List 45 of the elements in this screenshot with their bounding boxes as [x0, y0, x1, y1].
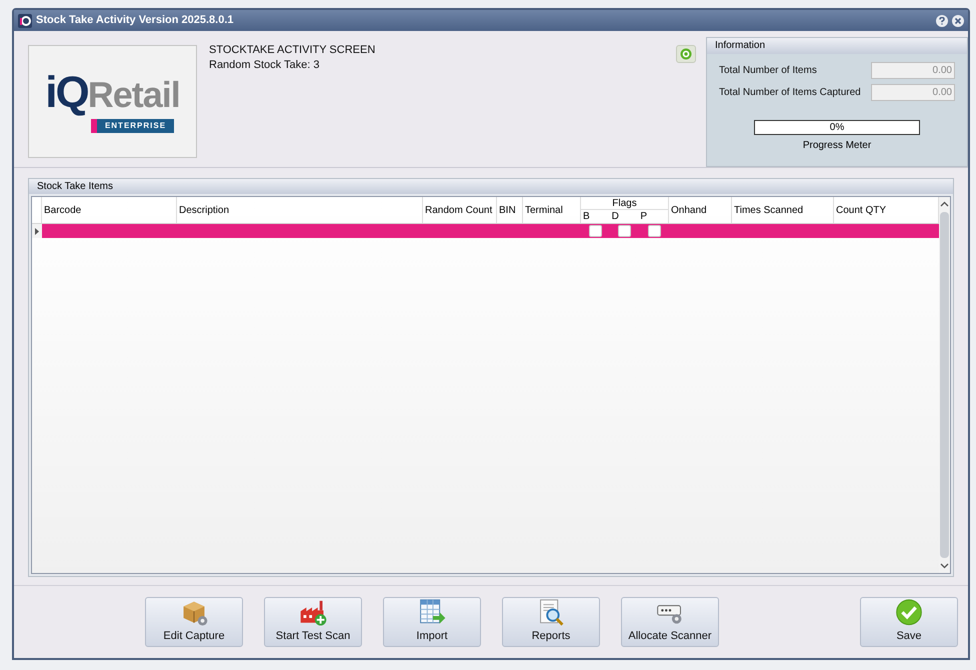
panel-title: Stock Take Items — [29, 179, 953, 194]
factory-plus-icon — [298, 598, 328, 626]
window-title: Stock Take Activity Version 2025.8.0.1 — [36, 13, 234, 28]
refresh-button[interactable] — [676, 45, 696, 63]
panel-title: Information — [707, 38, 967, 54]
row-pointer-icon — [35, 228, 39, 234]
column-header[interactable]: BIN — [497, 197, 523, 223]
check-icon — [894, 598, 924, 626]
screen-heading: STOCKTAKE ACTIVITY SCREEN — [209, 43, 376, 58]
logo-edition-text: ENTERPRISE — [90, 118, 174, 132]
app-icon — [18, 14, 32, 28]
logo-brand-text: iQ — [45, 70, 88, 114]
allocate-scanner-button[interactable]: Allocate Scanner — [621, 597, 719, 647]
column-header[interactable]: Random Count — [423, 197, 497, 223]
table-row[interactable] — [32, 224, 939, 238]
help-icon[interactable] — [936, 14, 948, 26]
column-header[interactable]: Times Scanned — [732, 197, 834, 223]
scroll-up-icon[interactable] — [940, 200, 949, 209]
refresh-icon — [680, 48, 692, 60]
column-header[interactable]: Description — [177, 197, 423, 223]
field-label: Total Number of Items — [719, 64, 817, 78]
column-header[interactable]: B — [581, 210, 610, 223]
vertical-scrollbar[interactable] — [939, 197, 950, 573]
spreadsheet-arrow-icon — [417, 598, 447, 626]
reports-button[interactable]: Reports — [502, 597, 600, 647]
close-icon[interactable] — [952, 14, 964, 26]
column-header[interactable]: Terminal — [523, 197, 581, 223]
progress-reading: 0% — [828, 121, 846, 134]
start-test-scan-button[interactable]: Start Test Scan — [264, 597, 362, 647]
field-label: Total Number of Items Captured — [719, 86, 861, 100]
flag-checkbox[interactable] — [589, 225, 602, 237]
column-header[interactable]: P — [638, 210, 668, 223]
flag-checkbox[interactable] — [618, 225, 631, 237]
column-group-header: Flags — [581, 197, 668, 210]
scroll-down-icon[interactable] — [940, 561, 949, 570]
progress-label: Progress Meter — [802, 139, 872, 153]
logo-brand-text: Retail — [88, 76, 180, 112]
screen-subheading: Random Stock Take: 3 — [209, 58, 320, 73]
column-header[interactable]: D — [610, 210, 638, 223]
column-header[interactable]: Onhand — [669, 197, 732, 223]
flag-checkbox[interactable] — [648, 225, 660, 237]
edit-capture-button[interactable]: Edit Capture — [145, 597, 243, 647]
column-header[interactable]: Barcode — [42, 197, 177, 223]
import-button[interactable]: Import — [383, 597, 481, 647]
save-button[interactable]: Save — [860, 597, 958, 647]
